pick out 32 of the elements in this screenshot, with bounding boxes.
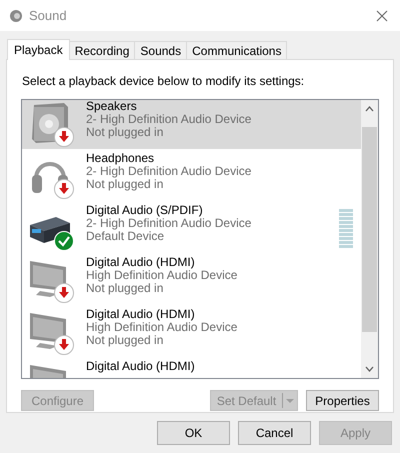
device-detail: Not plugged in bbox=[86, 126, 164, 139]
scroll-up-icon bbox=[365, 106, 374, 112]
tab[interactable]: Recording bbox=[70, 41, 136, 59]
device-detail: Not plugged in bbox=[86, 178, 164, 191]
device-detail: 2- High Definition Audio Device bbox=[86, 113, 252, 126]
device-detail: Default Device bbox=[86, 230, 166, 243]
device-detail: 2- High Definition Audio Device bbox=[86, 165, 252, 178]
device-name: Digital Audio (HDMI) bbox=[86, 308, 196, 321]
device-name: Digital Audio (HDMI) bbox=[86, 256, 196, 269]
tab[interactable]: Sounds bbox=[135, 41, 188, 59]
action-button[interactable]: Properties bbox=[306, 390, 379, 411]
scroll-down-icon bbox=[365, 366, 374, 372]
device-name: Digital Audio (S/PDIF) bbox=[86, 204, 204, 217]
close-icon bbox=[376, 10, 388, 22]
checkmark-icon bbox=[54, 231, 74, 251]
close-button[interactable] bbox=[374, 8, 390, 24]
tab[interactable]: Playback bbox=[7, 39, 70, 60]
dialog-button[interactable]: OK bbox=[157, 421, 230, 445]
instruction-text: Select a playback device below to modify its settings: bbox=[21, 73, 306, 90]
device-detail: High Definition Audio Device bbox=[86, 321, 238, 334]
device-detail: Not plugged in bbox=[86, 334, 164, 347]
device-name: Digital Audio (HDMI) bbox=[86, 360, 195, 373]
device-name: Headphones bbox=[86, 152, 156, 165]
tab[interactable]: Communications bbox=[187, 41, 288, 59]
device-name: Speakers bbox=[86, 100, 138, 113]
device-item[interactable]: Speakers 2- High Definition Audio Device Not plugged in bbox=[22, 100, 361, 149]
scrollbar[interactable] bbox=[361, 100, 378, 378]
dialog-button[interactable]: Cancel bbox=[238, 421, 311, 445]
window-title: Sound bbox=[29, 6, 67, 25]
device-detail: High Definition Audio Device bbox=[86, 269, 238, 282]
device-detail: Not plugged in bbox=[86, 282, 164, 295]
device-detail: 2- High Definition Audio Device bbox=[86, 217, 252, 230]
